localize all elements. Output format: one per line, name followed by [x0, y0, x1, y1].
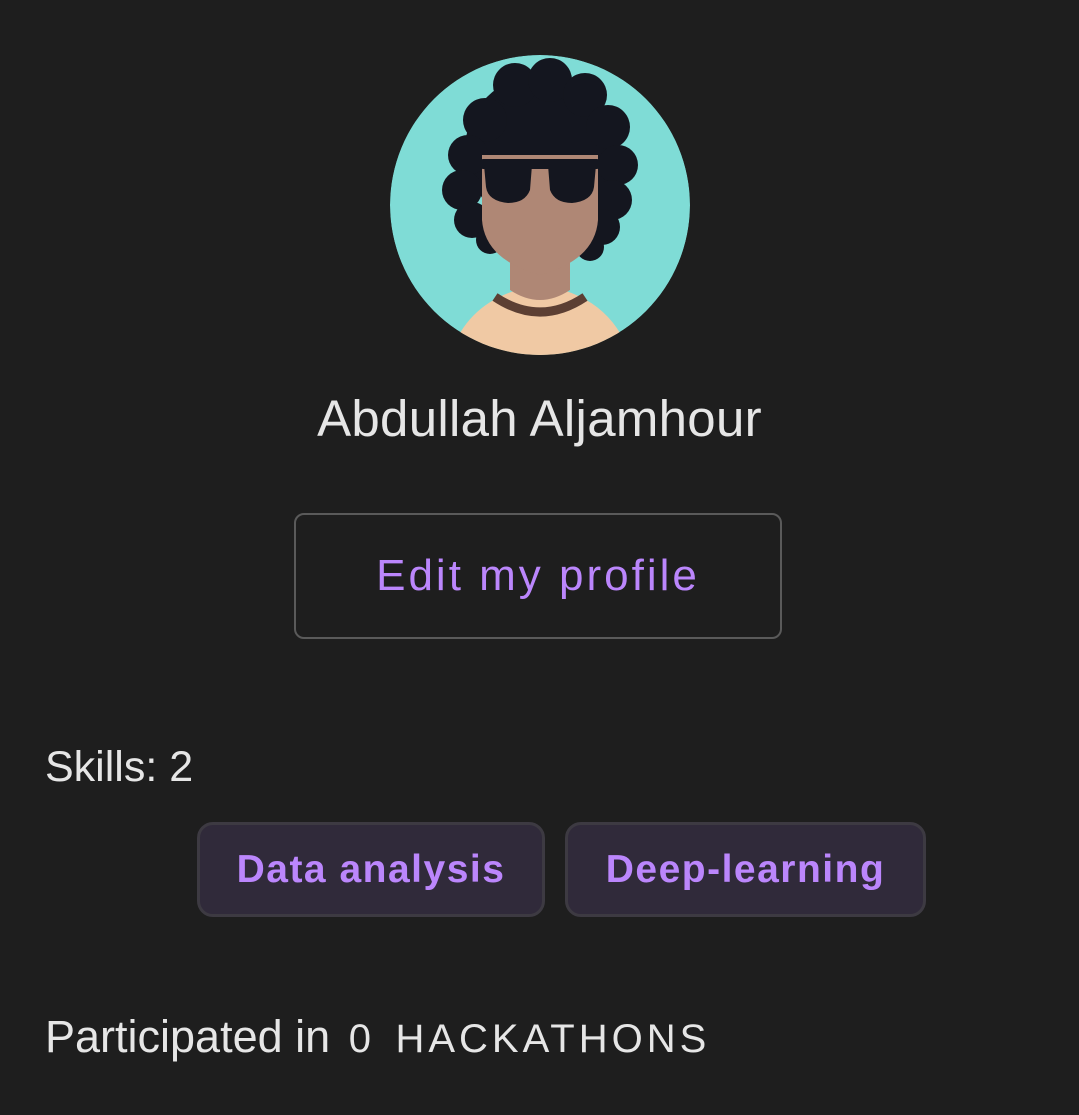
participation-summary: Participated in 0 HACKATHONS — [45, 1008, 710, 1068]
edit-profile-button[interactable]: Edit my profile — [294, 513, 782, 639]
skill-chip-deep-learning[interactable]: Deep-learning — [565, 822, 926, 917]
skills-count-label: Skills: 2 — [45, 743, 194, 791]
avatar — [390, 55, 690, 355]
skills-chip-list: Data analysis Deep-learning — [197, 822, 926, 917]
avatar-icon — [390, 55, 690, 355]
hackathon-unit-label: HACKATHONS — [395, 1017, 711, 1061]
hackathon-count: 0 — [348, 1017, 375, 1061]
user-name: Abdullah Aljamhour — [317, 390, 762, 447]
profile-screen: Abdullah Aljamhour Edit my profile Skill… — [0, 0, 1079, 1115]
participation-prefix: Participated in — [45, 1011, 331, 1062]
skill-chip-data-analysis[interactable]: Data analysis — [197, 822, 545, 917]
